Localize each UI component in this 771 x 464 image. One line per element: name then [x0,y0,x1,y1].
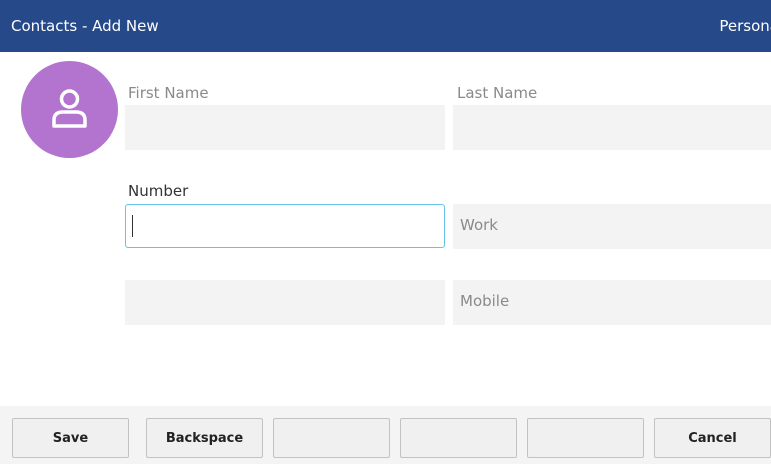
number-type-label: Work [460,216,498,234]
softkey-empty-5[interactable] [527,418,644,458]
text-cursor [132,215,133,237]
softkey-bar: Save Backspace Cancel [0,406,771,464]
last-name-field[interactable] [453,105,771,150]
number-type-label: Mobile [460,292,510,310]
first-name-label: First Name [128,84,209,102]
number-field-2[interactable] [125,280,445,325]
contact-list-type-tab[interactable]: Persona [719,17,771,35]
save-button[interactable]: Save [12,418,129,458]
last-name-label: Last Name [457,84,538,102]
avatar[interactable] [21,61,118,158]
number-type-select-2[interactable]: Mobile [453,280,771,325]
number-field-1[interactable] [125,204,445,248]
backspace-button[interactable]: Backspace [146,418,263,458]
first-name-field[interactable] [125,105,445,150]
number-label: Number [128,182,189,200]
cancel-button[interactable]: Cancel [654,418,771,458]
title-bar: Contacts - Add New Persona [0,0,771,52]
contact-person-icon [52,89,87,128]
softkey-empty-4[interactable] [400,418,517,458]
number-type-select-1[interactable]: Work [453,204,771,249]
softkey-empty-3[interactable] [273,418,390,458]
page-title: Contacts - Add New [11,17,159,35]
